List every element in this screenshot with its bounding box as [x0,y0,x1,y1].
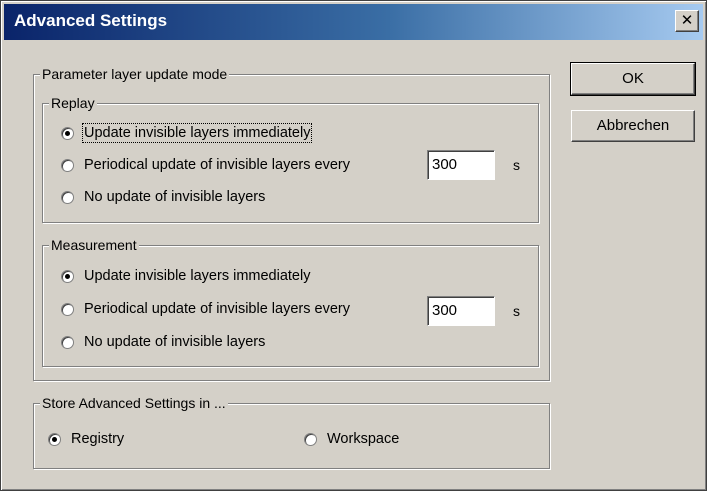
radio-button[interactable] [48,432,61,446]
replay-option-no-update[interactable]: No update of invisible layers [61,186,265,208]
measurement-option-periodical-label: Periodical update of invisible layers ev… [84,301,350,317]
radio-button[interactable] [61,302,74,316]
measurement-interval-unit: s [513,303,520,319]
measurement-group: Measurement Update invisible layers imme… [42,236,539,367]
radio-button[interactable] [61,269,74,283]
replay-group-label: Replay [49,94,97,112]
store-option-workspace[interactable]: Workspace [304,428,399,450]
advanced-settings-dialog: Advanced Settings ✕ Parameter layer upda… [0,0,707,491]
radio-button[interactable] [61,190,74,204]
replay-option-periodical-label: Periodical update of invisible layers ev… [84,157,350,173]
measurement-group-label: Measurement [49,236,139,254]
radio-button[interactable] [61,126,74,140]
replay-option-immediately-label: Update invisible layers immediately [81,123,313,143]
radio-button[interactable] [61,335,74,349]
store-option-workspace-label: Workspace [327,431,400,447]
store-settings-group: Store Advanced Settings in ... Registry … [33,394,550,469]
radio-button[interactable] [304,432,317,446]
measurement-option-no-update-label: No update of invisible layers [84,334,266,350]
parameter-layer-group-label: Parameter layer update mode [40,65,230,83]
replay-interval-unit: s [513,157,520,173]
measurement-option-periodical[interactable]: Periodical update of invisible layers ev… [61,298,350,320]
store-option-registry-label: Registry [71,431,125,447]
measurement-option-no-update[interactable]: No update of invisible layers [61,331,265,353]
replay-option-periodical[interactable]: Periodical update of invisible layers ev… [61,154,350,176]
measurement-option-immediately-label: Update invisible layers immediately [84,268,311,284]
title-bar[interactable]: Advanced Settings ✕ [4,4,703,40]
close-button[interactable]: ✕ [675,10,699,32]
close-icon: ✕ [680,12,694,29]
replay-option-immediately[interactable]: Update invisible layers immediately [61,122,313,144]
store-settings-group-label: Store Advanced Settings in ... [40,394,228,412]
ok-button[interactable]: OK [570,62,696,96]
replay-interval-input[interactable]: 300 [427,150,495,180]
cancel-button[interactable]: Abbrechen [571,110,695,142]
replay-option-no-update-label: No update of invisible layers [84,189,266,205]
measurement-option-immediately[interactable]: Update invisible layers immediately [61,265,310,287]
replay-group: Replay Update invisible layers immediate… [42,94,539,223]
dialog-title: Advanced Settings [14,11,168,30]
store-option-registry[interactable]: Registry [48,428,124,450]
radio-button[interactable] [61,158,74,172]
parameter-layer-update-mode-group: Parameter layer update mode Replay Updat… [33,65,550,381]
measurement-interval-input[interactable]: 300 [427,296,495,326]
